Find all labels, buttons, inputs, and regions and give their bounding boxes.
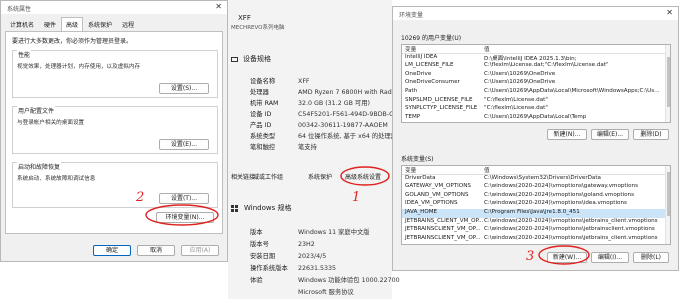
annotation-number-1: 1 xyxy=(352,190,361,205)
annotation-overlay xyxy=(145,166,590,265)
annotation-circle-advanced-link xyxy=(340,166,390,186)
annotation-circle-env-button xyxy=(145,204,219,226)
annotation-number-3: 3 xyxy=(526,249,535,264)
annotation-number-2: 2 xyxy=(136,190,145,205)
annotation-circle-new-button xyxy=(538,245,590,265)
